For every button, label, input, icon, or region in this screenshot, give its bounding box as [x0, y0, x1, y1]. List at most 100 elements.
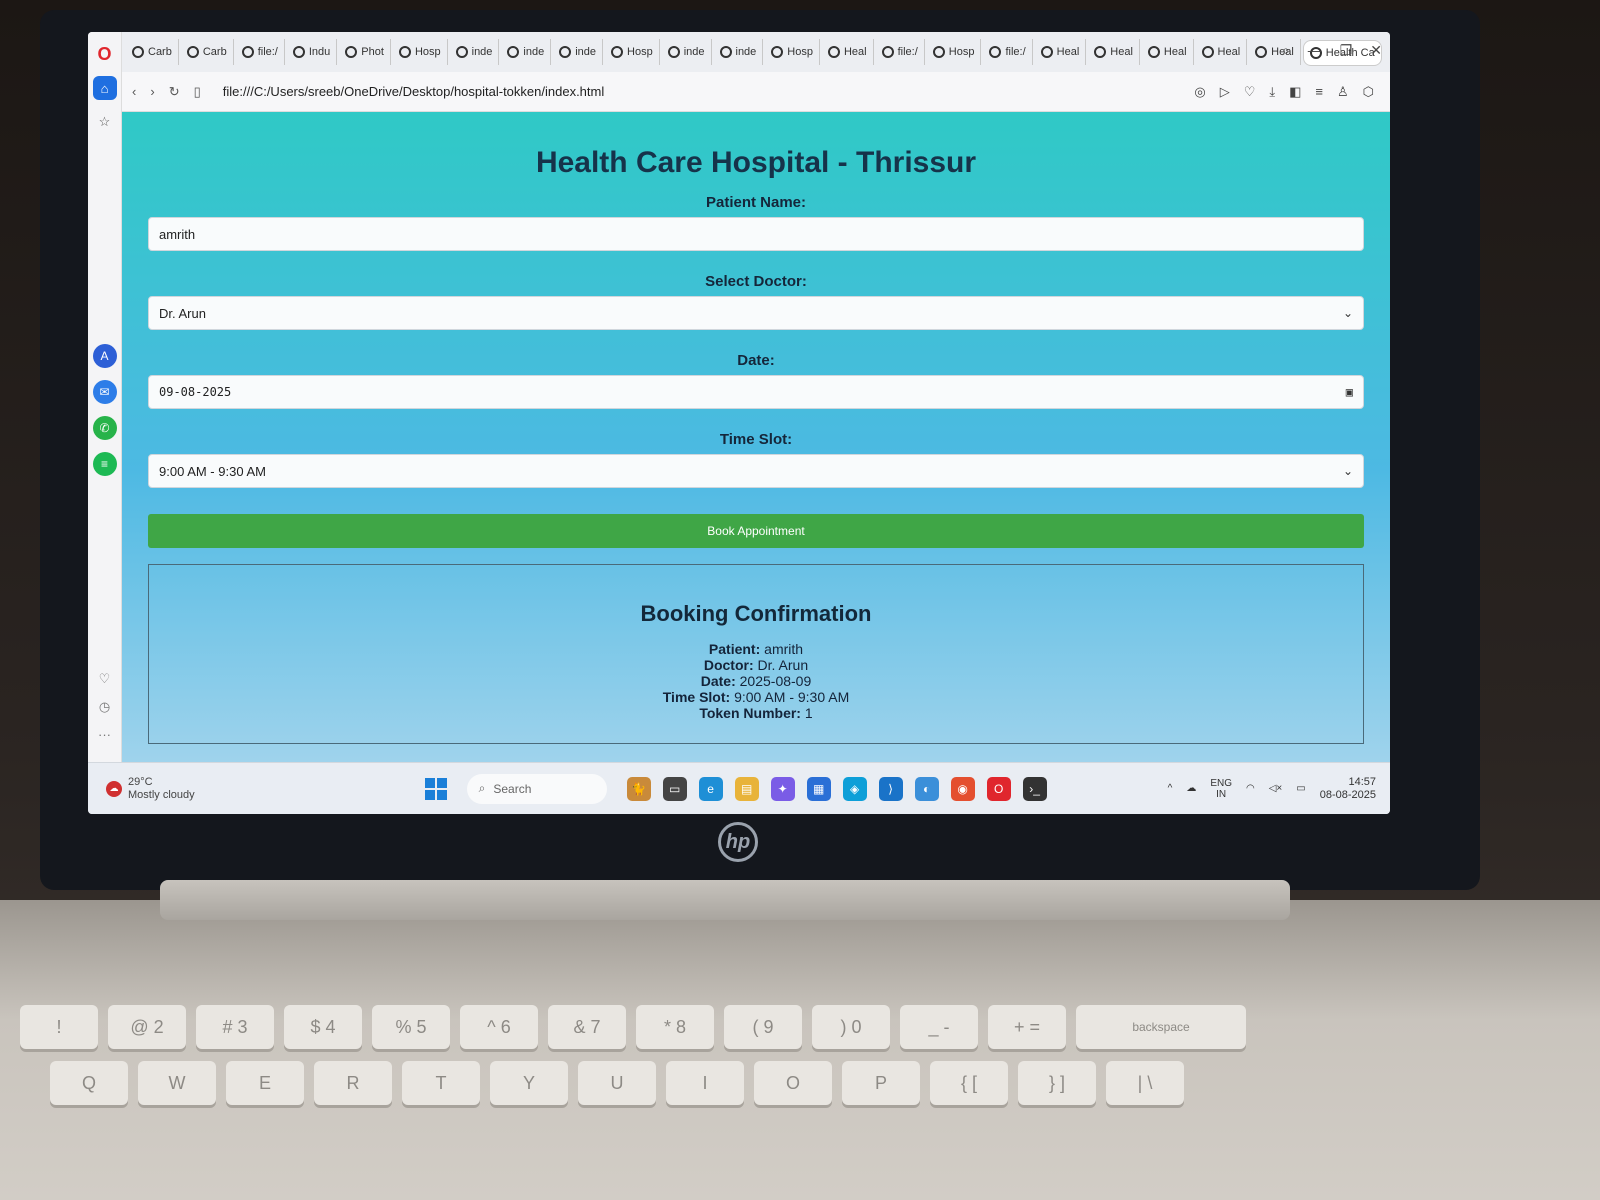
tab[interactable]: Phot: [339, 39, 391, 65]
messenger-icon[interactable]: ✉: [92, 380, 117, 404]
forward-icon[interactable]: ›: [150, 84, 154, 99]
terminal-icon[interactable]: ›_: [1022, 776, 1047, 801]
key[interactable]: Y: [490, 1061, 568, 1105]
key[interactable]: } ]: [1018, 1061, 1096, 1105]
bookmarks-star-icon[interactable]: ☆: [93, 110, 117, 134]
time-slot-select[interactable]: 9:00 AM - 9:30 AM ⌄: [148, 454, 1364, 488]
calendar-icon[interactable]: ▣: [1346, 385, 1353, 399]
tab[interactable]: file:/: [236, 39, 285, 65]
tab[interactable]: Carb: [126, 39, 179, 65]
chevron-up-icon[interactable]: ^: [1168, 783, 1173, 794]
store-icon[interactable]: ▦: [806, 776, 831, 801]
tab[interactable]: Heal: [1196, 39, 1248, 65]
backspace-key[interactable]: backspace: [1076, 1005, 1246, 1049]
edge-icon[interactable]: e: [698, 776, 723, 801]
python-icon[interactable]: ◐: [914, 776, 939, 801]
tab[interactable]: inde: [450, 39, 500, 65]
book-appointment-button[interactable]: Book Appointment: [148, 514, 1364, 548]
key[interactable]: U: [578, 1061, 656, 1105]
key[interactable]: R: [314, 1061, 392, 1105]
adblock-icon[interactable]: ◧: [1289, 84, 1301, 100]
opera-logo-icon[interactable]: O: [93, 42, 117, 66]
back-icon[interactable]: ‹: [132, 84, 136, 99]
tab[interactable]: Heal: [822, 39, 874, 65]
profile-icon[interactable]: ♙: [1337, 84, 1349, 100]
key[interactable]: ) 0: [812, 1005, 890, 1049]
tab[interactable]: Hosp: [605, 39, 660, 65]
heart-icon[interactable]: ♡: [99, 671, 111, 687]
chrome-icon[interactable]: ◉: [950, 776, 975, 801]
widget-cat-icon[interactable]: 🐈: [626, 776, 651, 801]
tab[interactable]: inde: [553, 39, 604, 65]
tab[interactable]: inde: [501, 39, 552, 65]
patient-name-input[interactable]: amrith: [148, 217, 1364, 251]
clock[interactable]: 14:57 08-08-2025: [1320, 776, 1376, 802]
key[interactable]: * 8: [636, 1005, 714, 1049]
key[interactable]: @ 2: [108, 1005, 186, 1049]
key[interactable]: ^ 6: [460, 1005, 538, 1049]
page-info-icon[interactable]: ▯: [194, 84, 201, 100]
download-icon[interactable]: ⤓: [1269, 84, 1275, 100]
doctor-select[interactable]: Dr. Arun ⌄: [148, 296, 1364, 330]
key[interactable]: % 5: [372, 1005, 450, 1049]
vscode-icon[interactable]: ⟩: [878, 776, 903, 801]
home-icon[interactable]: ⌂: [92, 76, 117, 100]
copilot-icon[interactable]: ✦: [770, 776, 795, 801]
tab[interactable]: Hosp: [393, 39, 448, 65]
key[interactable]: E: [226, 1061, 304, 1105]
tab[interactable]: Heal: [1142, 39, 1194, 65]
tab[interactable]: inde: [714, 39, 764, 65]
tab[interactable]: Hosp: [927, 39, 982, 65]
cloud-icon[interactable]: ☁: [1186, 783, 1196, 794]
key[interactable]: $ 4: [284, 1005, 362, 1049]
battery-icon[interactable]: ▭: [1296, 783, 1305, 794]
taskbar-search[interactable]: ⌕ Search: [466, 773, 607, 804]
close-icon[interactable]: ✕: [1370, 42, 1382, 59]
weather-widget[interactable]: ☁ 29°C Mostly cloudy: [106, 776, 195, 802]
more-icon[interactable]: ···: [98, 727, 111, 742]
key[interactable]: _ -: [900, 1005, 978, 1049]
menu-icon[interactable]: ≡: [1315, 84, 1323, 100]
spotify-icon[interactable]: ≡: [92, 452, 117, 476]
tab[interactable]: file:/: [876, 39, 925, 65]
history-icon[interactable]: ◷: [99, 699, 110, 715]
key[interactable]: T: [402, 1061, 480, 1105]
key[interactable]: Q: [50, 1061, 128, 1105]
key[interactable]: W: [138, 1061, 216, 1105]
url-field[interactable]: file:///C:/Users/sreeb/OneDrive/Desktop/…: [223, 84, 605, 99]
snapshot-icon[interactable]: ◎: [1194, 84, 1205, 100]
heart-icon[interactable]: ♡: [1244, 84, 1256, 100]
key[interactable]: ( 9: [724, 1005, 802, 1049]
tab[interactable]: file:/: [983, 39, 1033, 65]
windows-start-icon[interactable]: [424, 777, 447, 800]
tab[interactable]: Heal: [1088, 39, 1140, 65]
whatsapp-icon[interactable]: ✆: [92, 416, 117, 440]
volume-icon[interactable]: ◁×: [1269, 783, 1283, 794]
restore-icon[interactable]: ❐: [1340, 42, 1353, 59]
tab[interactable]: Hosp: [765, 39, 820, 65]
key[interactable]: P: [842, 1061, 920, 1105]
language-indicator[interactable]: ENG: [1210, 778, 1232, 789]
minimize-icon[interactable]: —: [1308, 42, 1322, 59]
tab[interactable]: Indu: [287, 39, 338, 65]
tab[interactable]: inde: [662, 39, 712, 65]
mysql-icon[interactable]: ◈: [842, 776, 867, 801]
key[interactable]: I: [666, 1061, 744, 1105]
tab[interactable]: Heal: [1035, 39, 1087, 65]
opera-icon[interactable]: O: [986, 776, 1011, 801]
file-explorer-icon[interactable]: ▤: [734, 776, 759, 801]
key[interactable]: !: [20, 1005, 98, 1049]
tab[interactable]: Carb: [181, 39, 234, 65]
reload-icon[interactable]: ↻: [169, 84, 180, 100]
extensions-icon[interactable]: ⬡: [1363, 84, 1374, 100]
aria-ai-icon[interactable]: A: [92, 344, 117, 368]
task-view-icon[interactable]: ▭: [662, 776, 687, 801]
key[interactable]: { [: [930, 1061, 1008, 1105]
key[interactable]: & 7: [548, 1005, 626, 1049]
key[interactable]: + =: [988, 1005, 1066, 1049]
wifi-icon[interactable]: ◠: [1246, 783, 1255, 794]
search-tabs-icon[interactable]: ⌕: [1282, 42, 1290, 59]
key[interactable]: | \: [1106, 1061, 1184, 1105]
send-icon[interactable]: ▷: [1220, 84, 1230, 100]
date-input[interactable]: 09-08-2025 ▣: [148, 375, 1364, 409]
